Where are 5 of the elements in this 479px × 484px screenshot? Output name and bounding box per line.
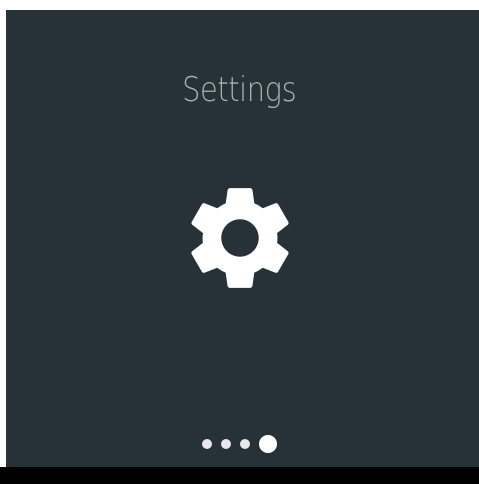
- page-indicator-dot[interactable]: [221, 439, 231, 449]
- page-indicator-dot[interactable]: [259, 435, 277, 453]
- screen-title: Settings: [182, 70, 297, 110]
- page-indicator-dot[interactable]: [202, 439, 212, 449]
- page-indicator-dot[interactable]: [240, 439, 250, 449]
